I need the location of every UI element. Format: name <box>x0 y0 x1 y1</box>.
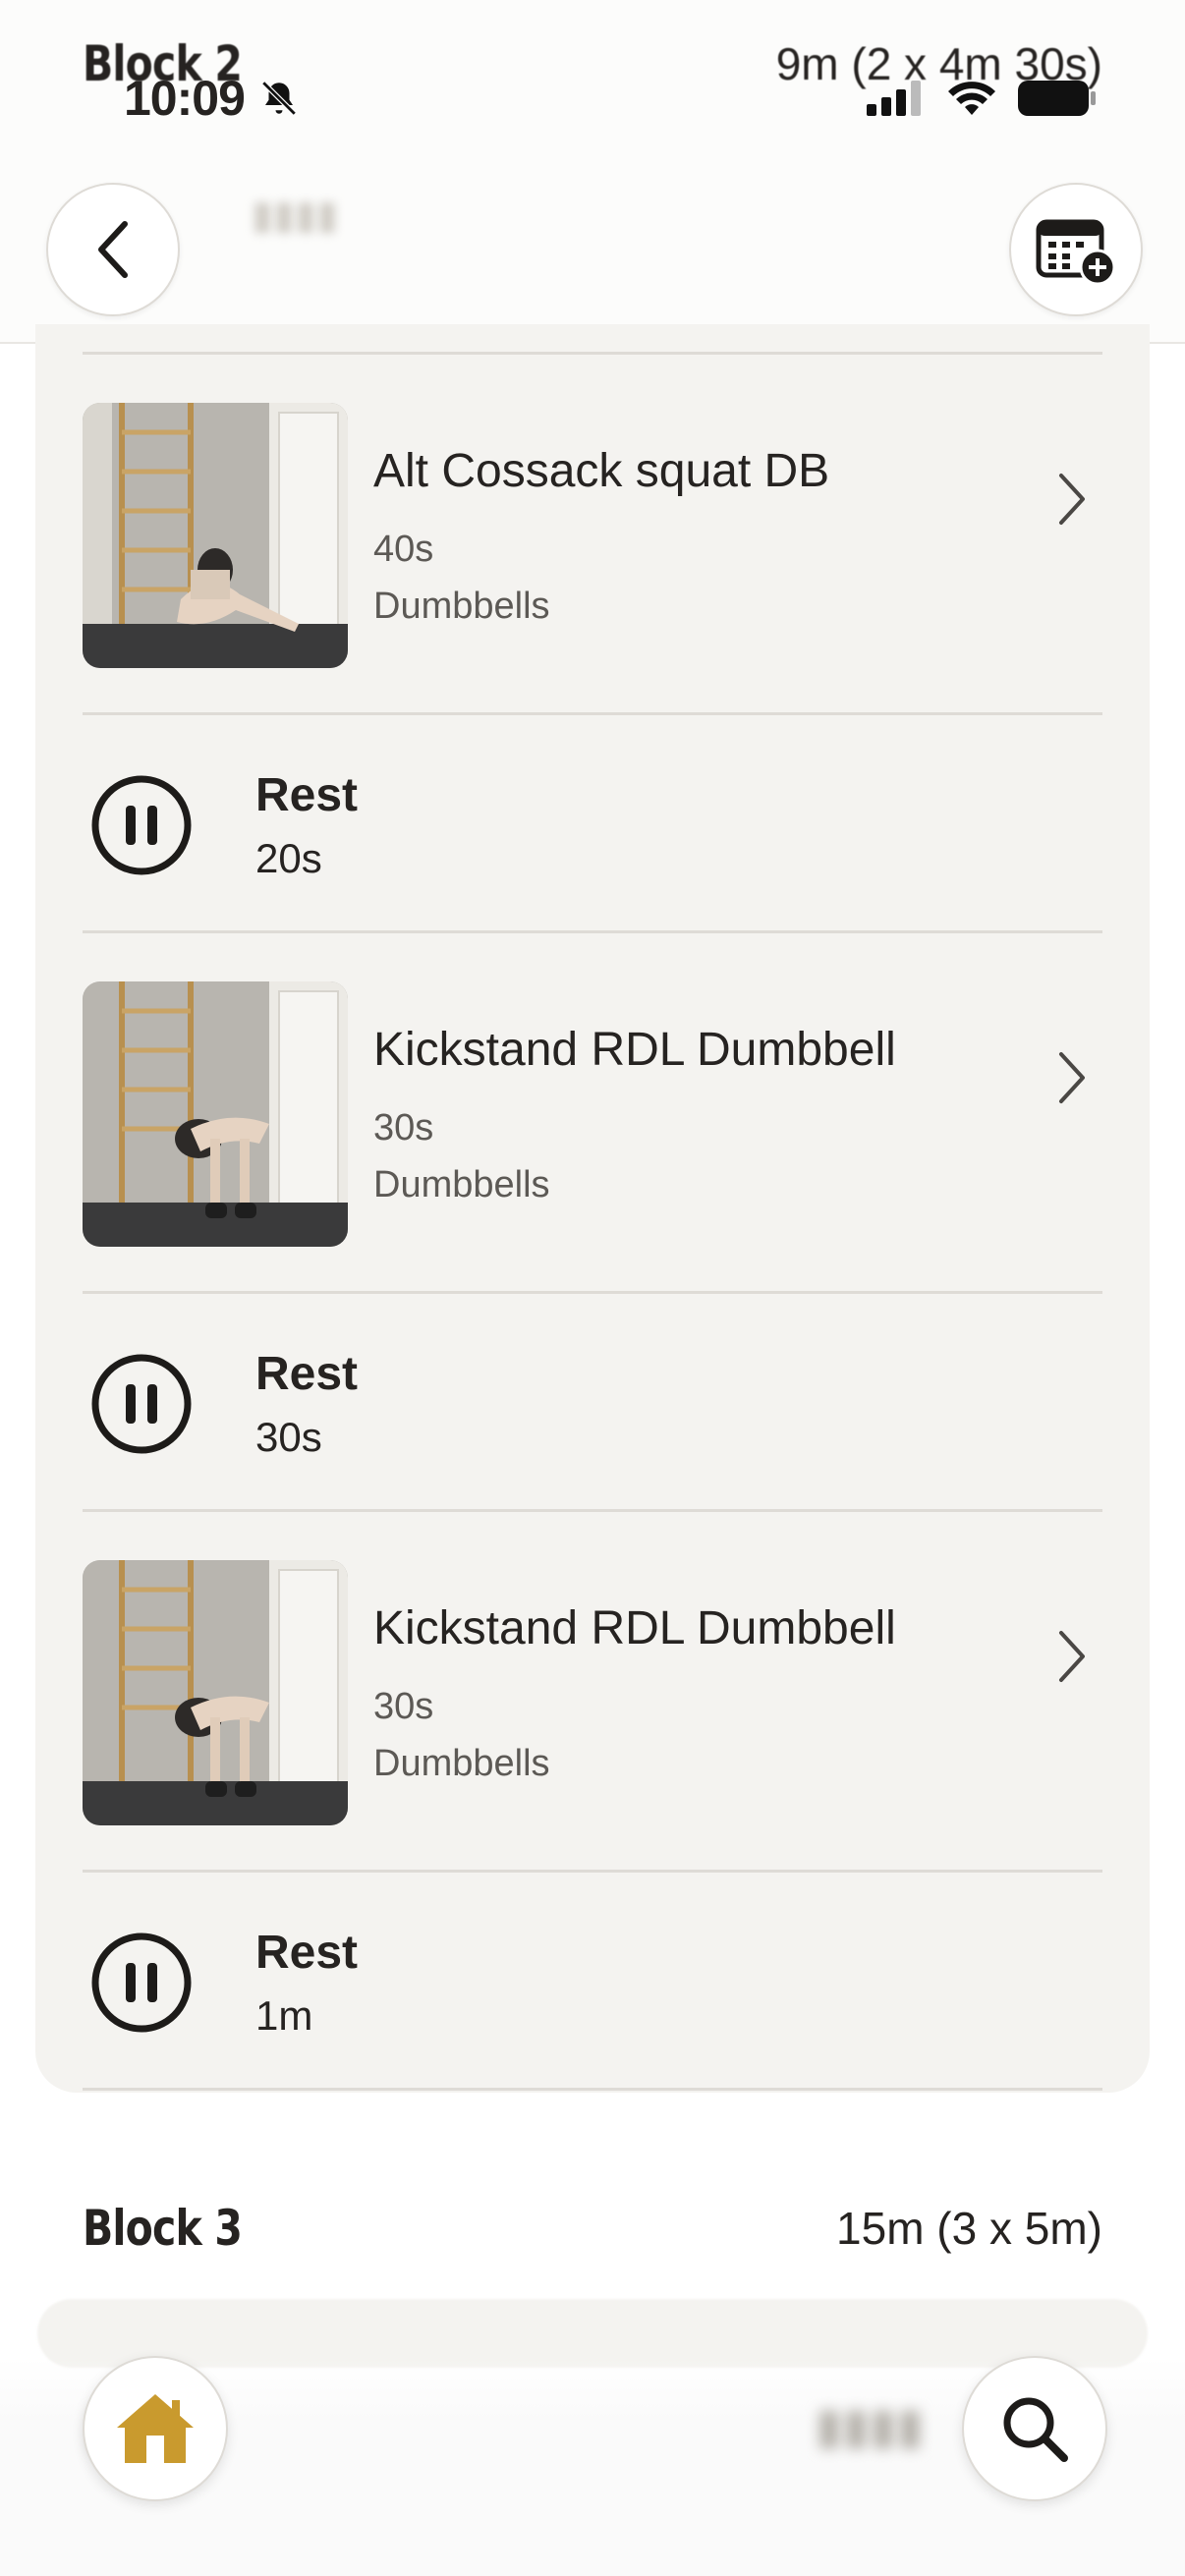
block-3-title: Block 3 <box>83 2200 243 2257</box>
chevron-right-icon <box>1059 1631 1085 1682</box>
status-bar: 10:09 <box>0 59 1185 138</box>
search-button[interactable] <box>962 2356 1107 2501</box>
chevron-left-icon <box>98 221 128 278</box>
divider <box>83 352 1102 355</box>
exercise-time: 30s <box>373 1686 434 1727</box>
calendar-add-icon <box>1036 219 1116 286</box>
top-header: Block 2 9m (2 x 4m 30s) ▮▮▮▮ 10:09 <box>0 0 1185 344</box>
exercise-thumbnail <box>83 403 348 668</box>
rest-row: Rest 20s <box>83 717 1102 933</box>
exercise-time: 30s <box>373 1107 434 1148</box>
exercise-time: 40s <box>373 529 434 570</box>
exercise-thumbnail <box>83 981 348 1247</box>
divider <box>83 1291 1102 1294</box>
battery-icon <box>1018 81 1096 116</box>
exercise-row[interactable]: Kickstand RDL Dumbbell 30s Dumbbells <box>83 1560 1102 1825</box>
pause-circle-icon <box>91 775 192 875</box>
block-3-header: Block 3 15m (3 x 5m) <box>83 2189 1102 2268</box>
clock: 10:09 <box>124 71 246 126</box>
exercise-row[interactable]: Kickstand RDL Dumbbell 30s Dumbbells <box>83 981 1102 1247</box>
bell-off-icon <box>261 81 297 116</box>
rest-time: 20s <box>255 835 322 881</box>
blurred-content: ▮▮▮▮ <box>816 2398 925 2453</box>
exercise-equipment: Dumbbells <box>373 1164 550 1205</box>
rest-label: Rest <box>255 1927 359 1979</box>
exercise-row[interactable]: Alt Cossack squat DB 40s Dumbbells <box>83 403 1102 668</box>
rest-time: 1m <box>255 1992 313 2039</box>
exercise-name: Alt Cossack squat DB <box>373 445 830 497</box>
divider <box>83 930 1102 933</box>
divider <box>83 1509 1102 1512</box>
exercise-name: Kickstand RDL Dumbbell <box>373 1602 896 1654</box>
status-time: 10:09 <box>124 70 300 127</box>
wifi-icon <box>948 82 995 115</box>
pause-circle-icon <box>91 1354 192 1454</box>
exercise-thumbnail <box>83 1560 348 1825</box>
rest-row: Rest 30s <box>83 1296 1102 1512</box>
add-to-calendar-button[interactable] <box>1009 183 1143 316</box>
pause-circle-icon <box>91 1932 192 2033</box>
rest-time: 30s <box>255 1414 322 1460</box>
chevron-right-icon <box>1059 1052 1085 1103</box>
rest-label: Rest <box>255 1348 359 1400</box>
home-button[interactable] <box>83 2356 228 2501</box>
rest-label: Rest <box>255 769 359 821</box>
chevron-right-icon <box>1059 474 1085 525</box>
divider <box>83 1870 1102 1873</box>
divider <box>83 712 1102 715</box>
back-button[interactable] <box>46 183 180 316</box>
ghost-text: ▮▮▮▮ <box>252 194 339 237</box>
exercise-name: Kickstand RDL Dumbbell <box>373 1024 896 1076</box>
exercise-equipment: Dumbbells <box>373 586 550 627</box>
block-3-duration: 15m (3 x 5m) <box>836 2203 1102 2254</box>
status-icons <box>867 79 1097 118</box>
home-icon <box>117 2394 194 2463</box>
rest-row: Rest 1m <box>83 1875 1102 2091</box>
divider <box>83 2088 1102 2091</box>
cellular-icon <box>867 81 921 116</box>
exercise-equipment: Dumbbells <box>373 1743 550 1784</box>
search-icon <box>1003 2397 1068 2462</box>
